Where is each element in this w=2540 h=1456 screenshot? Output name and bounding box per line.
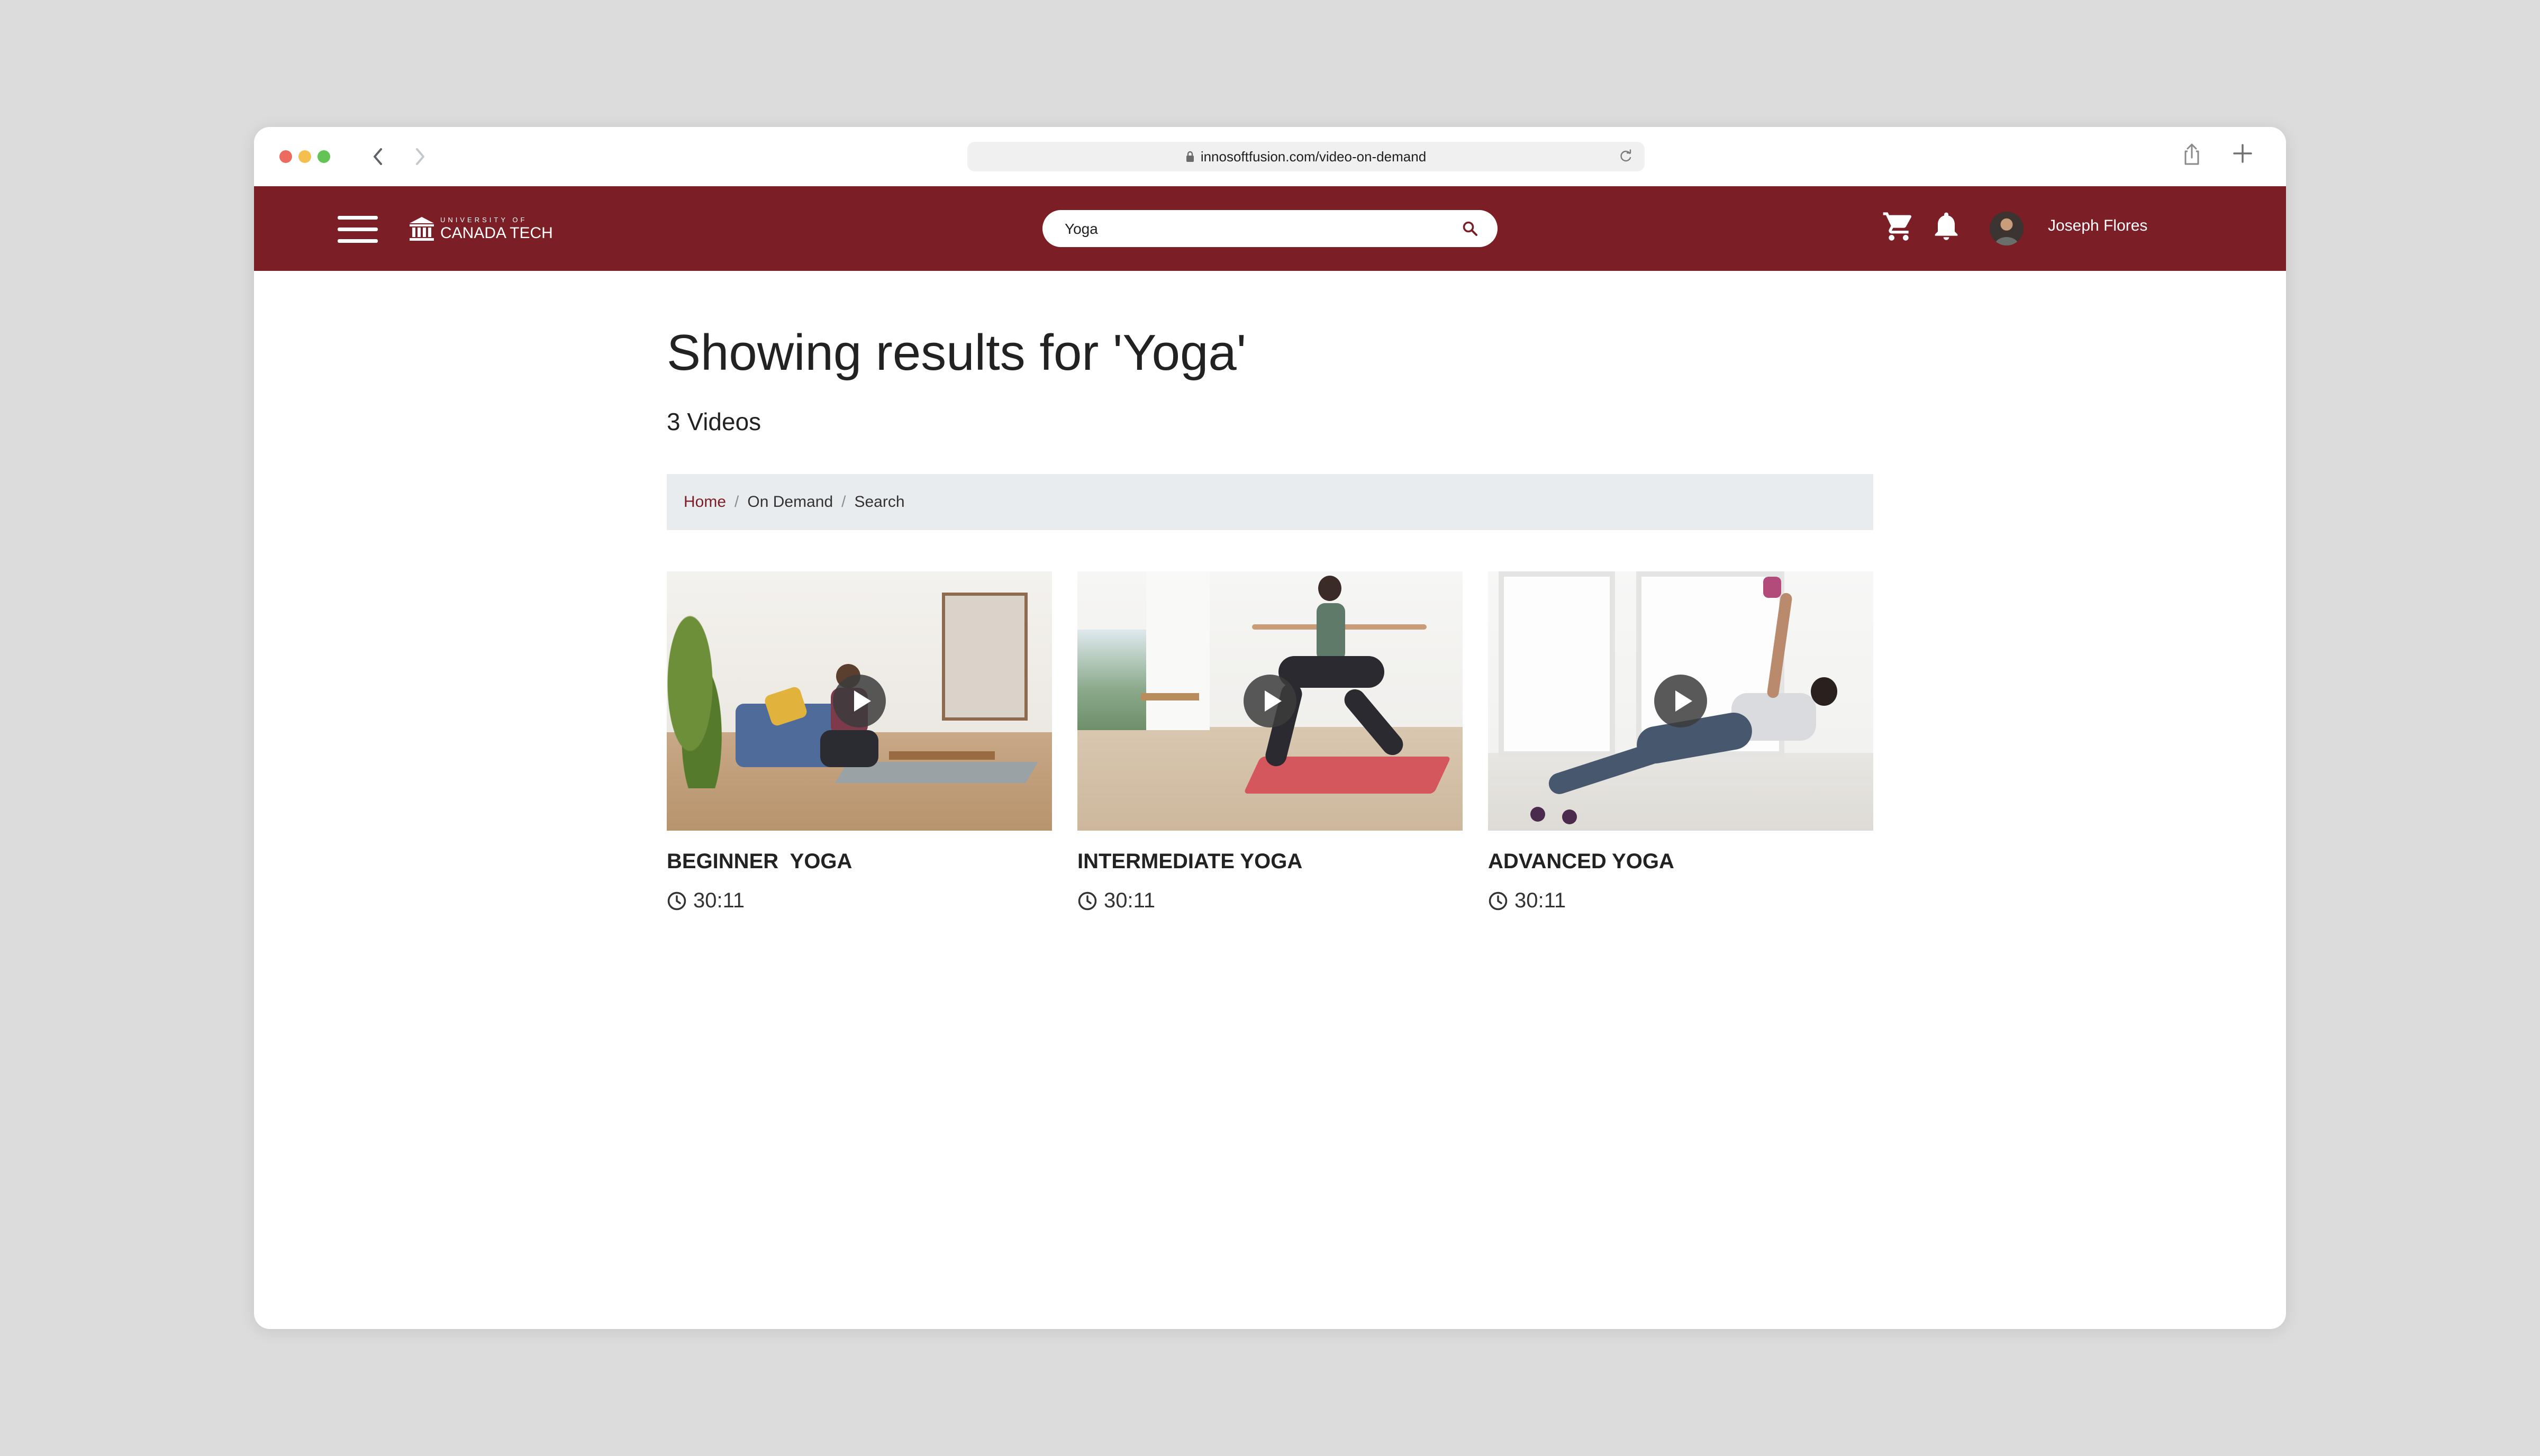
clock-icon: [1078, 891, 1097, 910]
video-title[interactable]: INTERMEDIATE YOGA: [1077, 850, 1302, 873]
play-icon: [833, 675, 886, 727]
url-text: innosoftfusion.com/video-on-demand: [1200, 148, 1427, 165]
duration-text: 30:11: [1104, 889, 1156, 912]
breadcrumb: Home / On Demand / Search: [667, 474, 1873, 530]
video-title[interactable]: ADVANCED YOGA: [1488, 850, 1674, 873]
video-card[interactable]: INTERMEDIATE YOGA 30:11: [1077, 571, 1463, 912]
video-thumbnail[interactable]: [1488, 571, 1873, 831]
menu-icon: [338, 216, 378, 220]
video-thumbnail[interactable]: [667, 571, 1052, 831]
breadcrumb-separator: /: [734, 493, 739, 511]
notifications-button[interactable]: [1929, 208, 1963, 246]
video-duration: 30:11: [1488, 889, 1566, 913]
breadcrumb-home[interactable]: Home: [684, 493, 726, 511]
back-button[interactable]: [363, 142, 393, 171]
page-title: Showing results for 'Yoga': [667, 324, 1247, 381]
search-input[interactable]: [1064, 210, 1436, 248]
search-box: [1042, 210, 1498, 248]
university-icon: [410, 217, 434, 241]
search-button[interactable]: [1462, 220, 1478, 240]
logo-line-1: UNIVERSITY OF: [440, 215, 528, 224]
duration-text: 30:11: [693, 889, 745, 912]
forward-button[interactable]: [405, 142, 435, 171]
avatar[interactable]: [1990, 212, 2024, 245]
video-card[interactable]: BEGINNER YOGA 30:11: [667, 571, 1052, 912]
share-icon: [2184, 143, 2199, 165]
share-button[interactable]: [2182, 143, 2201, 169]
video-duration: 30:11: [667, 889, 745, 913]
chevron-right-icon: [416, 148, 424, 165]
cart-icon: [1883, 212, 1912, 241]
search-icon: [1463, 221, 1477, 236]
video-duration: 30:11: [1077, 889, 1155, 913]
clock-icon: [667, 891, 686, 910]
video-card[interactable]: ADVANCED YOGA 30:11: [1488, 571, 1873, 912]
maximize-window-button[interactable]: [318, 150, 330, 163]
breadcrumb-separator: /: [841, 493, 846, 511]
reload-button[interactable]: [1619, 149, 1633, 166]
user-name[interactable]: Joseph Flores: [2048, 217, 2147, 235]
breadcrumb-on-demand: On Demand: [747, 493, 833, 511]
video-grid: BEGINNER YOGA 30:11 INTERMEDIATE YOGA 30…: [667, 571, 1873, 942]
bell-icon: [1935, 212, 1958, 240]
video-thumbnail[interactable]: [1077, 571, 1463, 831]
address-bar[interactable]: innosoftfusion.com/video-on-demand: [967, 142, 1645, 171]
logo[interactable]: UNIVERSITY OF CANADA TECH: [409, 213, 553, 244]
plus-icon: [2233, 144, 2252, 163]
browser-toolbar: innosoftfusion.com/video-on-demand: [254, 127, 2286, 186]
cart-button[interactable]: [1882, 210, 1916, 246]
result-count: 3 Videos: [667, 408, 761, 435]
reload-icon: [1620, 149, 1631, 162]
play-icon: [1654, 675, 1707, 727]
duration-text: 30:11: [1514, 889, 1566, 912]
new-tab-button[interactable]: [2231, 142, 2254, 168]
logo-line-2: CANADA TECH: [440, 224, 553, 242]
app-header: UNIVERSITY OF CANADA TECH Joseph: [254, 186, 2286, 271]
play-icon: [1244, 675, 1296, 727]
menu-button[interactable]: [338, 216, 378, 243]
close-window-button[interactable]: [279, 150, 292, 163]
chevron-left-icon: [374, 148, 382, 165]
clock-icon: [1489, 891, 1508, 910]
video-title[interactable]: BEGINNER YOGA: [667, 850, 852, 873]
browser-window: innosoftfusion.com/video-on-demand UNIVE…: [254, 127, 2286, 1329]
breadcrumb-search: Search: [854, 493, 905, 511]
lock-icon: [1186, 151, 1194, 162]
minimize-window-button[interactable]: [298, 150, 311, 163]
